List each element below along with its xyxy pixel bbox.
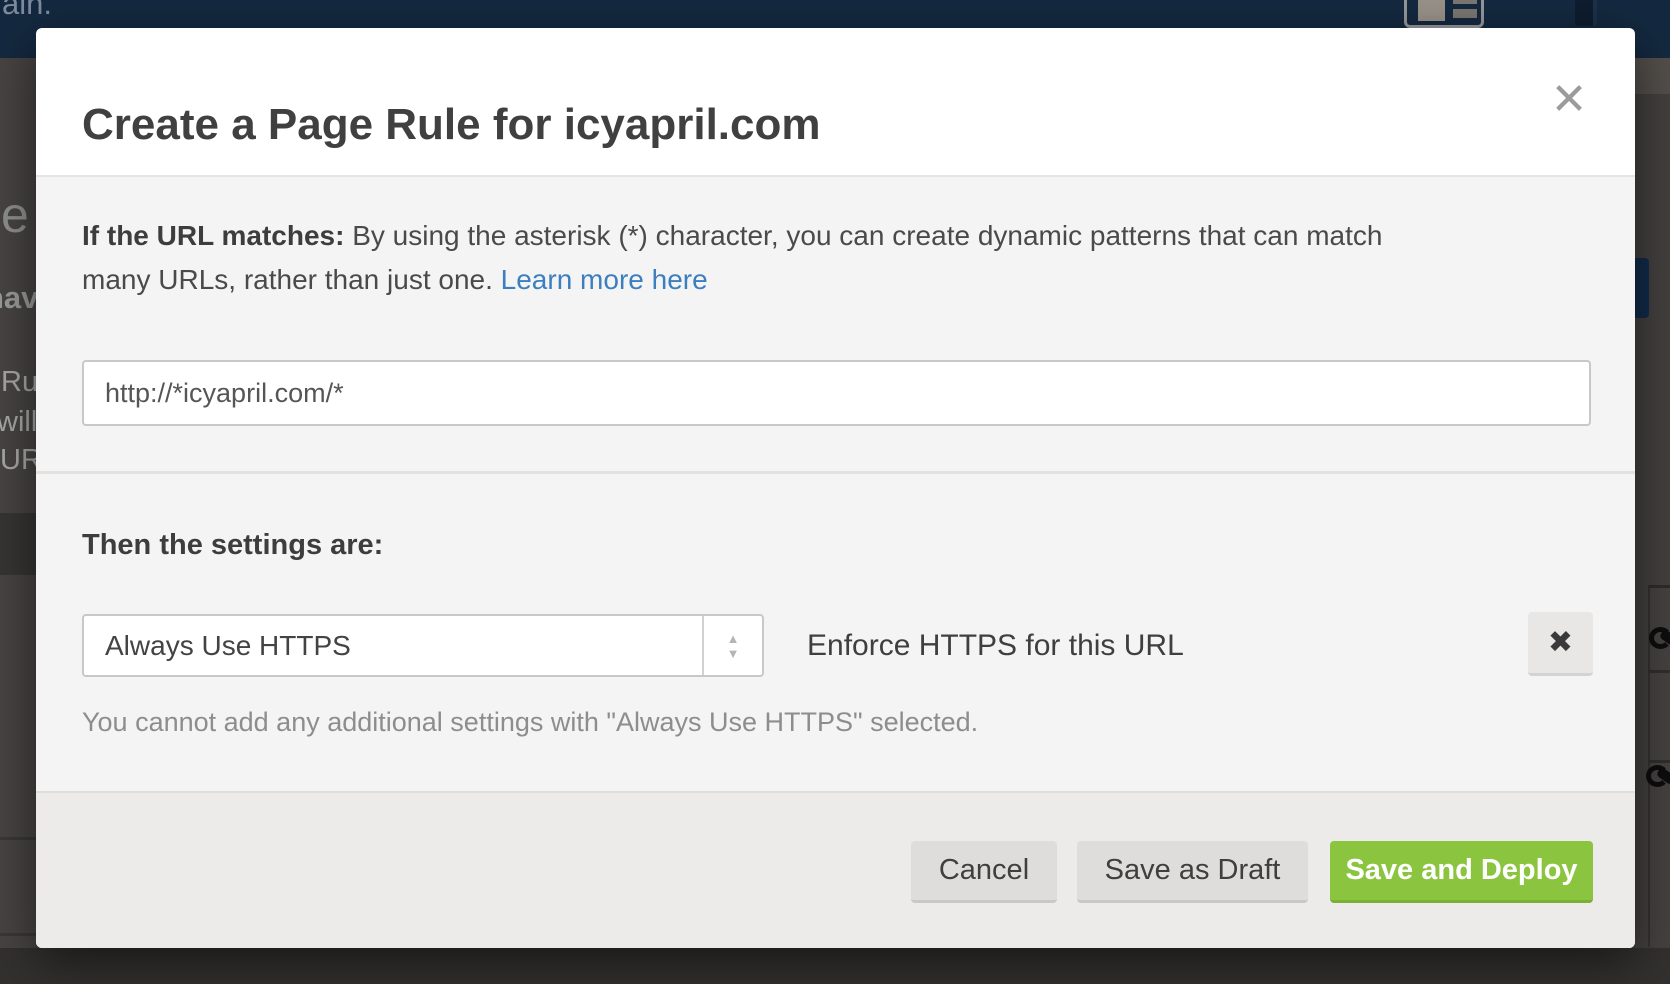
- background-navbar-text-fragment: ain.: [2, 0, 52, 22]
- background-table-header-band: [0, 513, 36, 575]
- navbar-partial-icon: [1575, 0, 1597, 26]
- setting-select[interactable]: Always Use HTTPS ▲ ▼: [82, 614, 764, 677]
- wrench-icon: [1649, 620, 1670, 650]
- url-match-label: If the URL matches:: [82, 220, 344, 251]
- background-text-fragment: UR: [0, 444, 36, 477]
- background-page-right-edge: [1635, 58, 1670, 984]
- save-as-draft-button[interactable]: Save as Draft: [1077, 841, 1308, 903]
- save-and-deploy-button[interactable]: Save and Deploy: [1330, 841, 1593, 903]
- close-icon[interactable]: ✕: [1541, 72, 1597, 128]
- background-subheader-band: [1635, 58, 1670, 94]
- list-view-icon: [1453, 9, 1477, 18]
- background-text-fragment: nav: [0, 280, 36, 316]
- setting-description: Enforce HTTPS for this URL: [807, 614, 1184, 677]
- cancel-button[interactable]: Cancel: [911, 841, 1057, 903]
- url-match-text-line1: By using the asterisk (*) character, you…: [344, 220, 1382, 251]
- url-match-description: If the URL matches: By using the asteris…: [82, 214, 1522, 302]
- dialog-footer: Cancel Save as Draft Save and Deploy: [36, 791, 1635, 948]
- chevron-down-icon: ▼: [727, 647, 740, 660]
- section-divider: [36, 471, 1635, 474]
- view-toggle-icon: [1404, 0, 1484, 28]
- background-blue-button-edge: [1635, 258, 1649, 318]
- wrench-icon: [1646, 758, 1670, 788]
- remove-x-icon: ✖: [1548, 626, 1573, 659]
- background-row-divider: [1648, 670, 1670, 673]
- dialog-body: If the URL matches: By using the asteris…: [36, 175, 1635, 791]
- url-pattern-input[interactable]: [82, 360, 1591, 426]
- learn-more-link[interactable]: Learn more here: [501, 264, 708, 295]
- dialog-title: Create a Page Rule for icyapril.com: [82, 100, 821, 150]
- background-page-left-edge: e nav Ru will UR: [0, 58, 36, 948]
- url-match-text-line2: many URLs, rather than just one.: [82, 264, 501, 295]
- create-page-rule-dialog: Create a Page Rule for icyapril.com ✕ If…: [36, 28, 1635, 948]
- background-text-fragment: Ru: [1, 366, 36, 399]
- background-text-fragment: e: [1, 186, 29, 244]
- chevron-up-icon: ▲: [727, 632, 740, 645]
- select-stepper-icon[interactable]: ▲ ▼: [704, 616, 762, 675]
- remove-setting-button[interactable]: ✖: [1528, 612, 1593, 676]
- list-view-icon: [1453, 0, 1477, 4]
- settings-heading: Then the settings are:: [82, 529, 383, 562]
- background-row-divider: [0, 933, 36, 936]
- grid-view-icon: [1418, 0, 1445, 21]
- background-bottom-strip: [0, 948, 1670, 984]
- setting-select-value: Always Use HTTPS: [105, 616, 351, 675]
- background-row-divider: [0, 837, 36, 840]
- background-text-fragment: will: [0, 406, 36, 439]
- settings-note: You cannot add any additional settings w…: [82, 707, 978, 738]
